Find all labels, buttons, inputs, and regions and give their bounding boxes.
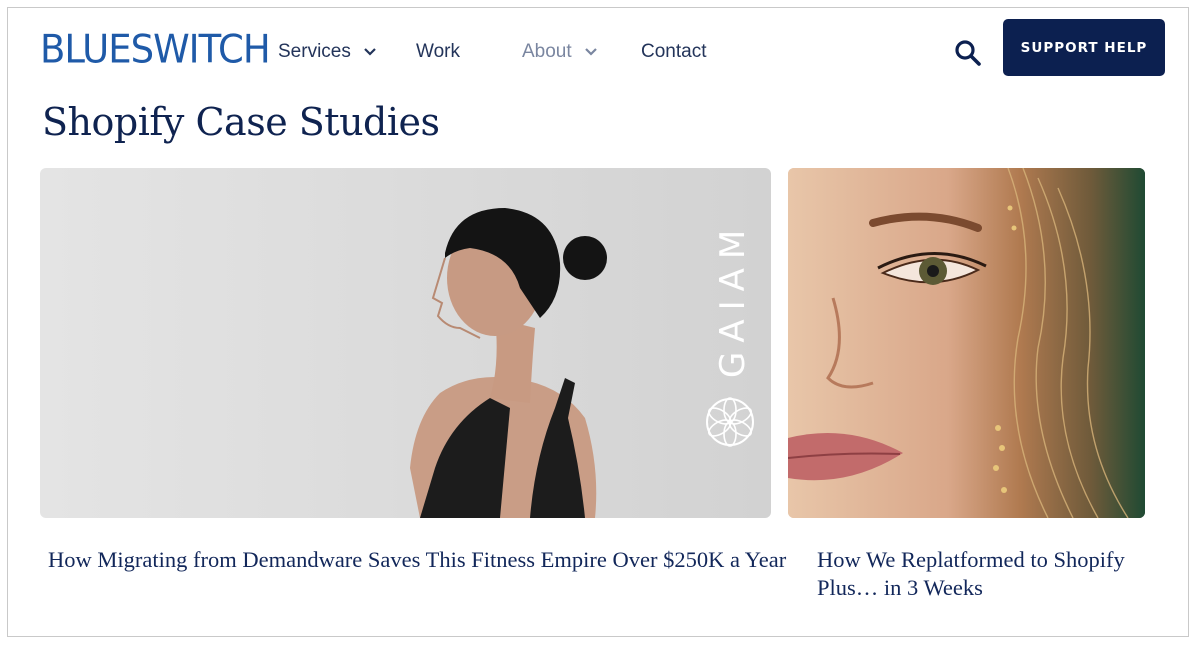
- support-help-button[interactable]: SUPPORT HELP: [1003, 19, 1165, 76]
- page-title: Shopify Case Studies: [42, 100, 440, 144]
- browser-frame: BLUESWITCH Services Work About Contact S…: [7, 7, 1189, 637]
- site-logo[interactable]: BLUESWITCH: [40, 27, 271, 73]
- woman-face-closeup-photo: [788, 168, 1145, 518]
- nav-contact[interactable]: Contact: [641, 39, 706, 65]
- nav-about[interactable]: About: [522, 39, 598, 65]
- nav-work[interactable]: Work: [416, 39, 460, 65]
- nav-services-label: Services: [278, 41, 351, 62]
- woman-yoga-profile-photo: GAIAM: [410, 208, 754, 518]
- nav-about-label: About: [522, 41, 572, 62]
- case-study-image-replatform[interactable]: [788, 168, 1145, 518]
- nav-contact-label: Contact: [641, 41, 707, 62]
- case-study-image-gaiam[interactable]: GAIAM: [40, 168, 771, 518]
- gaiam-logo: GAIAM: [706, 221, 754, 447]
- chevron-down-icon: [364, 48, 376, 56]
- nav-work-label: Work: [416, 41, 460, 62]
- case-study-title-gaiam[interactable]: How Migrating from Demandware Saves This…: [48, 546, 798, 574]
- gaiam-brand-text: GAIAM: [713, 221, 753, 378]
- chevron-down-icon: [584, 48, 597, 56]
- search-icon[interactable]: [953, 38, 983, 68]
- case-study-title-replatform[interactable]: How We Replatformed to Shopify Plus… in …: [817, 546, 1167, 602]
- nav-services[interactable]: Services: [278, 39, 377, 65]
